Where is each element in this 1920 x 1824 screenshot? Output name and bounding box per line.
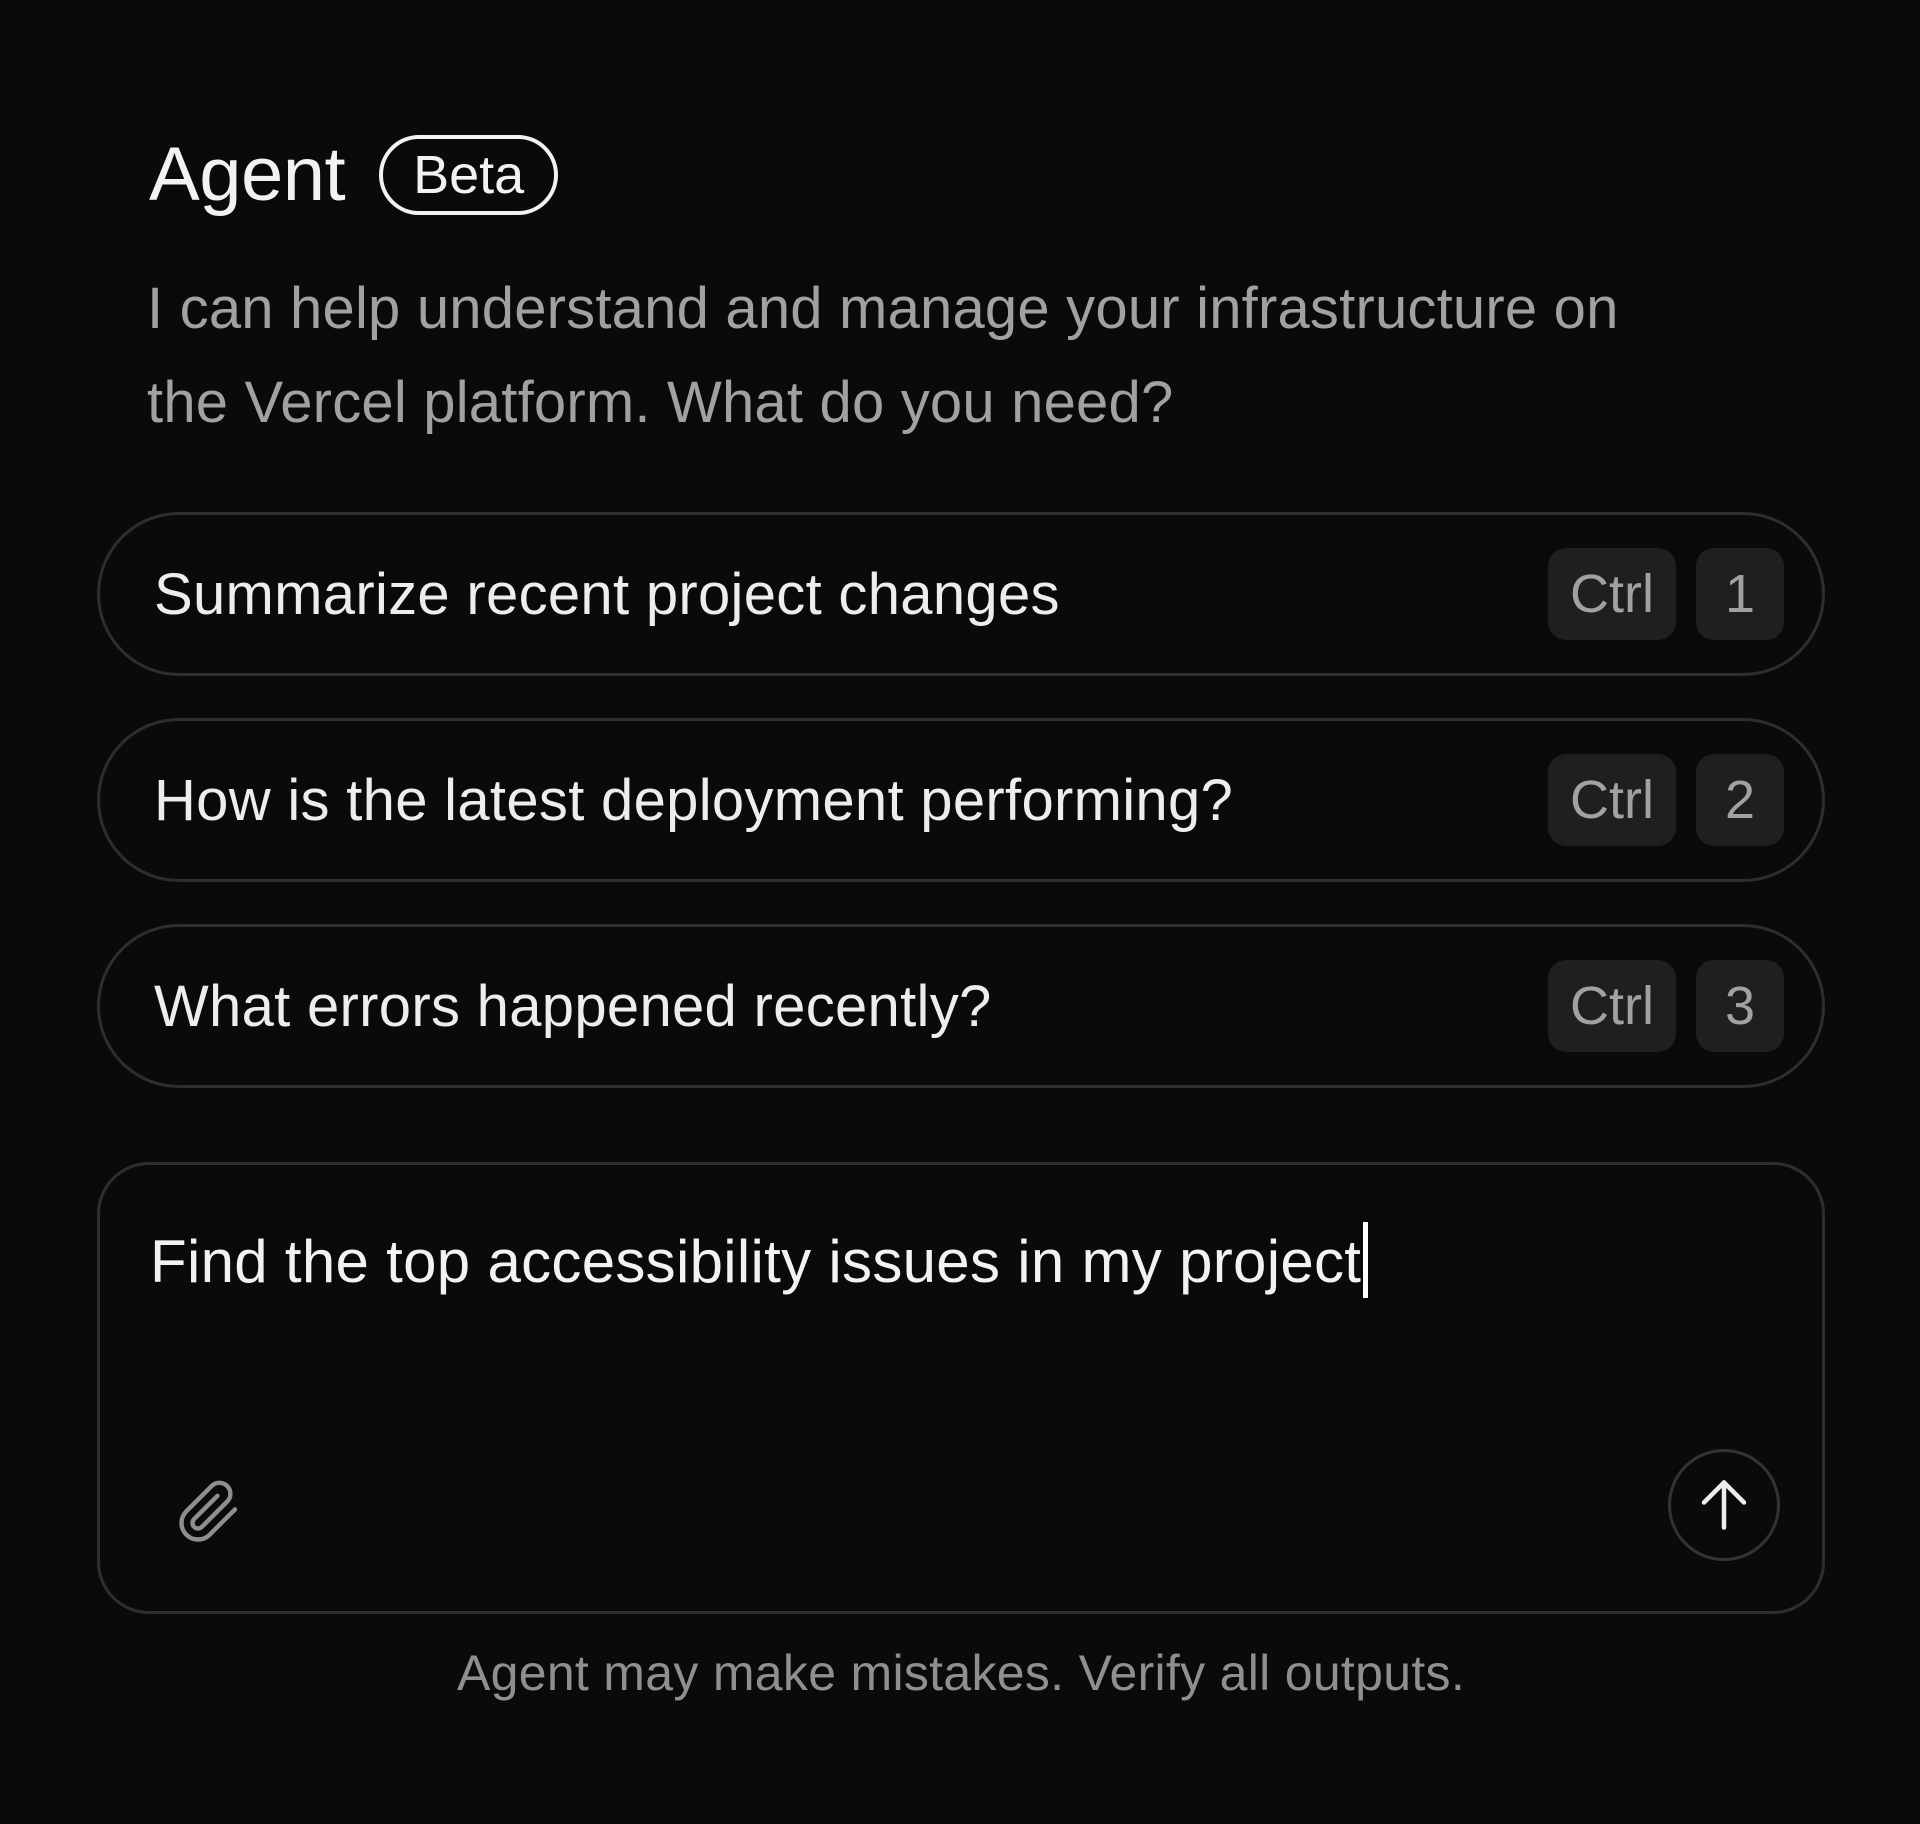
suggestion-label: Summarize recent project changes (154, 561, 1060, 627)
keyboard-shortcut: Ctrl 2 (1548, 754, 1784, 846)
suggestion-deployment-performance[interactable]: How is the latest deployment performing?… (97, 718, 1825, 882)
kbd-modifier: Ctrl (1548, 754, 1676, 846)
agent-description-line-1: I can help understand and manage your in… (147, 276, 1619, 341)
suggestion-label: What errors happened recently? (154, 973, 992, 1039)
attach-button[interactable] (172, 1475, 246, 1549)
suggestion-label: How is the latest deployment performing? (154, 767, 1234, 833)
suggestion-summarize-changes[interactable]: Summarize recent project changes Ctrl 1 (97, 512, 1825, 676)
text-caret (1363, 1222, 1369, 1299)
suggestion-list: Summarize recent project changes Ctrl 1 … (97, 512, 1825, 1130)
send-button[interactable] (1668, 1449, 1780, 1561)
kbd-key: 3 (1696, 960, 1784, 1052)
kbd-modifier: Ctrl (1548, 548, 1676, 640)
beta-badge: Beta (379, 135, 559, 215)
message-composer: Find the top accessibility issues in my … (97, 1162, 1825, 1614)
page-title: Agent (149, 132, 346, 217)
keyboard-shortcut: Ctrl 1 (1548, 548, 1784, 640)
suggestion-recent-errors[interactable]: What errors happened recently? Ctrl 3 (97, 924, 1825, 1088)
disclaimer-text: Agent may make mistakes. Verify all outp… (456, 1645, 1466, 1701)
arrow-up-icon (1701, 1480, 1747, 1530)
keyboard-shortcut: Ctrl 3 (1548, 960, 1784, 1052)
agent-description-line-2: the Vercel platform. What do you need? (147, 370, 1174, 435)
kbd-key: 2 (1696, 754, 1784, 846)
agent-description: I can help understand and manage your in… (147, 262, 1847, 450)
message-input-text: Find the top accessibility issues in my … (150, 1228, 1362, 1295)
kbd-key: 1 (1696, 548, 1784, 640)
kbd-modifier: Ctrl (1548, 960, 1676, 1052)
paperclip-icon (179, 1480, 238, 1542)
agent-header: Agent Beta (149, 132, 559, 217)
message-input[interactable]: Find the top accessibility issues in my … (150, 1220, 1750, 1304)
